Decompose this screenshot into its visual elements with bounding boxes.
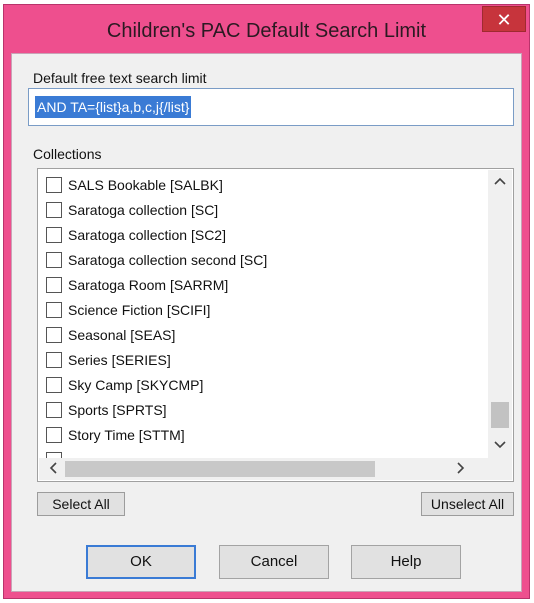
list-item[interactable]: Series [SERIES] [46,348,171,372]
collection-checkbox[interactable] [46,427,62,443]
search-limit-input[interactable]: AND TA={list}a,b,c,j{/list} [28,88,514,126]
list-item[interactable]: Science Fiction [SCIFI] [46,298,210,322]
collection-checkbox[interactable] [46,227,62,243]
collection-checkbox[interactable] [46,302,62,318]
close-icon: ✕ [496,10,512,30]
list-item[interactable]: SALS Bookable [SALBK] [46,173,223,197]
collections-label: Collections [33,146,102,162]
vertical-scroll-thumb[interactable] [491,402,509,428]
chevron-down-icon[interactable] [488,438,512,452]
collection-checkbox[interactable] [46,202,62,218]
collection-label: SALS Bookable [SALBK] [68,177,223,193]
collection-label: Saratoga collection [SC] [68,202,219,218]
collection-label: Series [SERIES] [68,352,171,368]
list-item[interactable]: Saratoga collection second [SC] [46,248,267,272]
collection-label: Seasonal [SEAS] [68,327,176,343]
list-item[interactable]: Story Time [STTM] [46,423,185,447]
collection-checkbox[interactable] [46,352,62,368]
collection-label: Saratoga collection second [SC] [68,252,268,268]
collection-label: Sports [SPRTS] [68,402,167,418]
horizontal-scrollbar[interactable] [39,458,489,480]
list-item[interactable]: Sky Camp [SKYCMP] [46,373,203,397]
search-limit-value[interactable]: AND TA={list}a,b,c,j{/list} [35,96,192,118]
collection-label: Sky Camp [SKYCMP] [68,377,204,393]
scrollbar-corner [488,458,512,480]
collection-label: Science Fiction [SCIFI] [68,302,211,318]
horizontal-scroll-thumb[interactable] [65,461,375,477]
list-item[interactable]: Saratoga collection [SC2] [46,223,226,247]
list-item[interactable]: Seasonal [SEAS] [46,323,175,347]
chevron-up-icon[interactable] [488,174,512,188]
title-bar[interactable]: Children's PAC Default Search Limit ✕ [4,5,529,53]
list-item[interactable]: Saratoga Room [SARRM] [46,273,228,297]
help-button[interactable]: Help [351,545,461,579]
list-item[interactable]: Sports [SPRTS] [46,398,167,422]
collection-checkbox[interactable] [46,252,62,268]
chevron-left-icon[interactable] [41,462,65,477]
vertical-scrollbar[interactable] [488,170,512,458]
window-title: Children's PAC Default Search Limit [106,20,427,42]
search-limit-label: Default free text search limit [33,70,207,86]
collection-label: Saratoga Room [SARRM] [68,277,229,293]
ok-button[interactable]: OK [86,545,196,579]
collection-checkbox[interactable] [46,177,62,193]
unselect-all-button[interactable]: Unselect All [421,492,514,516]
collections-list[interactable]: SALS Bookable [SALBK] Saratoga collectio… [37,168,514,482]
collection-label: Story Time [STTM] [68,427,185,443]
collection-label: Saratoga collection [SC2] [68,227,226,243]
collection-checkbox[interactable] [46,277,62,293]
collection-checkbox[interactable] [46,327,62,343]
collection-checkbox[interactable] [46,377,62,393]
cancel-button[interactable]: Cancel [219,545,329,579]
list-item[interactable]: Saratoga collection [SC] [46,198,218,222]
chevron-right-icon[interactable] [449,462,473,477]
close-button[interactable]: ✕ [482,6,526,32]
collection-checkbox[interactable] [46,402,62,418]
select-all-button[interactable]: Select All [37,492,125,516]
